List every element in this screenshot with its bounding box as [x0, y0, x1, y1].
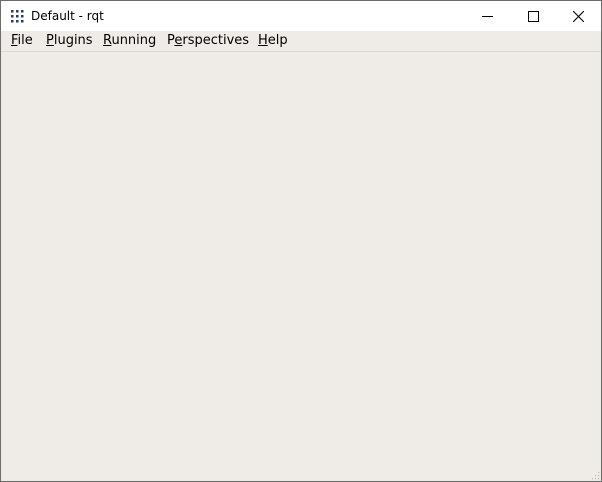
- maximize-button[interactable]: [510, 1, 556, 31]
- window-title: Default - rqt: [31, 9, 104, 23]
- title-bar[interactable]: Default - rqt: [1, 1, 601, 31]
- size-grip-icon[interactable]: [590, 470, 600, 480]
- menu-bar: File Plugins Running Perspectives Help: [1, 31, 601, 52]
- menu-running[interactable]: Running: [103, 33, 156, 49]
- menu-plugins[interactable]: Plugins: [46, 33, 93, 49]
- rqt-main-window: Default - rqt File Plugins Running Persp…: [0, 0, 602, 482]
- maximize-icon: [527, 10, 539, 22]
- close-button[interactable]: [555, 1, 601, 31]
- menu-perspectives[interactable]: Perspectives: [167, 33, 249, 49]
- menu-file[interactable]: File: [11, 33, 33, 49]
- minimize-button[interactable]: [464, 1, 510, 31]
- central-area: [1, 52, 601, 481]
- menu-help[interactable]: Help: [258, 33, 288, 49]
- minimize-icon: [481, 15, 493, 17]
- close-icon: [572, 10, 584, 22]
- rqt-grid-icon: [11, 10, 24, 23]
